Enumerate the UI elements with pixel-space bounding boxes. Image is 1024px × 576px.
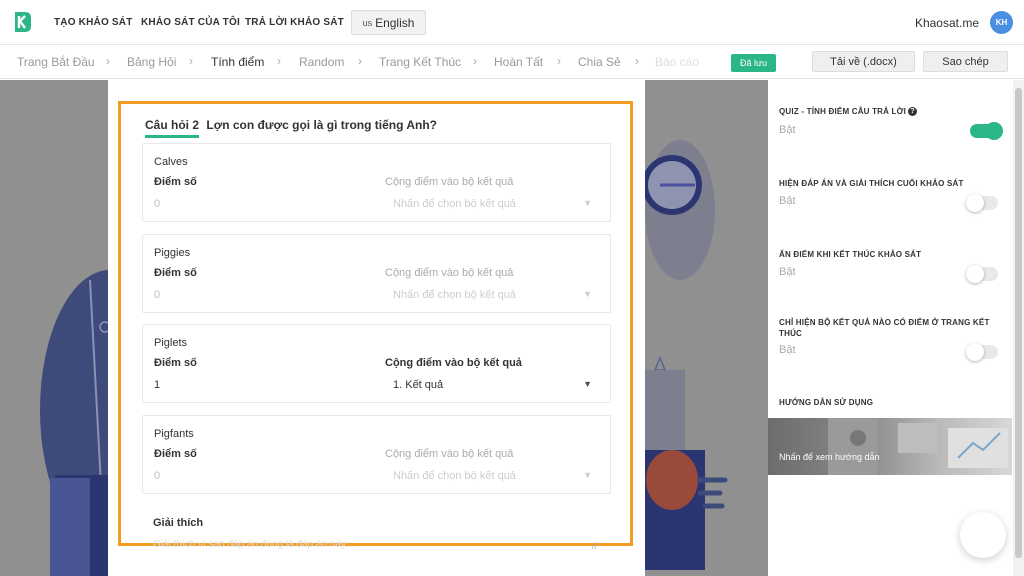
- khaosat-logo-icon[interactable]: [12, 11, 32, 33]
- show-answers-toggle[interactable]: [966, 194, 998, 212]
- step-random[interactable]: Random: [299, 55, 344, 69]
- caret-down-icon[interactable]: ▼: [583, 289, 592, 299]
- avatar[interactable]: KH: [990, 11, 1013, 34]
- points-input[interactable]: 1: [154, 379, 160, 391]
- guide-cta: Nhấn để xem hướng dẫn: [779, 452, 880, 462]
- hide-score-setting-value: Bật: [779, 266, 796, 278]
- saved-badge: Đã lưu: [731, 54, 776, 72]
- hide-score-toggle[interactable]: [966, 265, 998, 283]
- result-label: Cộng điểm vào bộ kết quả: [385, 357, 522, 369]
- scrollbar-thumb[interactable]: [1015, 88, 1022, 558]
- points-input[interactable]: 0: [154, 198, 160, 210]
- only-scored-results-setting-value: Bật: [779, 344, 796, 356]
- step-separator: ›: [635, 54, 639, 68]
- language-label: English: [375, 15, 415, 30]
- points-label: Điểm số: [154, 357, 197, 369]
- answer-name: Piggies: [154, 247, 191, 259]
- hide-score-setting-title: ẨN ĐIỂM KHI KẾT THÚC KHẢO SÁT: [779, 250, 922, 259]
- question-heading: Câu hỏi 2 Lợn con được gọi là gì trong t…: [145, 118, 437, 138]
- answer-name: Calves: [154, 156, 188, 168]
- answer-card-calves: Calves Điểm số 0 Cộng điểm vào bộ kết qu…: [142, 143, 611, 222]
- result-label: Cộng điểm vào bộ kết quả: [385, 176, 514, 188]
- nav-create-survey[interactable]: TẠO KHẢO SÁT: [54, 17, 133, 28]
- quiz-setting-title: QUIZ - TÍNH ĐIỂM CÂU TRẢ LỜI?: [779, 106, 994, 117]
- points-label: Điểm số: [154, 267, 197, 279]
- step-separator: ›: [358, 54, 362, 68]
- answer-card-piglets: Piglets Điểm số 1 Cộng điểm vào bộ kết q…: [142, 324, 611, 403]
- show-answers-setting-title: HIỆN ĐÁP ÁN VÀ GIẢI THÍCH CUỐI KHẢO SÁT: [779, 179, 964, 188]
- copy-button[interactable]: Sao chép: [923, 51, 1008, 72]
- language-button[interactable]: us English: [351, 10, 426, 35]
- answer-name: Pigfants: [154, 428, 194, 440]
- result-label: Cộng điểm vào bộ kết quả: [385, 267, 514, 279]
- nav-my-surveys[interactable]: KHẢO SÁT CỦA TÔI: [141, 17, 240, 28]
- question-tag[interactable]: Câu hỏi 2: [145, 118, 200, 138]
- caret-down-icon[interactable]: ▼: [583, 198, 592, 208]
- step-end-page[interactable]: Trang Kết Thúc: [379, 55, 461, 69]
- step-separator: ›: [557, 54, 561, 68]
- question-text: Lợn con được gọi là gì trong tiếng Anh?: [206, 118, 437, 132]
- points-input[interactable]: 0: [154, 289, 160, 301]
- step-separator: ›: [189, 54, 193, 68]
- top-navbar: TẠO KHẢO SÁT KHẢO SÁT CỦA TÔI TRẢ LỜI KH…: [0, 0, 1024, 45]
- toggle-knob: [966, 343, 984, 361]
- step-separator: ›: [277, 54, 281, 68]
- download-docx-button[interactable]: Tải về (.docx): [812, 51, 915, 72]
- guide-photo-icon: [828, 418, 1008, 475]
- step-questionnaire[interactable]: Bảng Hỏi: [127, 55, 176, 69]
- points-label: Điểm số: [154, 176, 197, 188]
- us-flag-icon: us: [362, 17, 373, 28]
- step-share[interactable]: Chia Sẻ: [578, 55, 621, 69]
- caret-down-icon[interactable]: ▼: [583, 470, 592, 480]
- points-input[interactable]: 0: [154, 470, 160, 482]
- result-select[interactable]: Nhấn để chọn bộ kết quả: [393, 470, 516, 482]
- step-report[interactable]: Báo cáo: [655, 55, 699, 69]
- answer-card-piggies: Piggies Điểm số 0 Cộng điểm vào bộ kết q…: [142, 234, 611, 313]
- only-scored-results-setting-title: CHỈ HIỆN BỘ KẾT QUẢ NÀO CÓ ĐIỂM Ở TRANG …: [779, 318, 990, 338]
- explanation-label: Giải thích: [153, 517, 204, 529]
- points-label: Điểm số: [154, 448, 197, 460]
- step-complete[interactable]: Hoàn Tất: [494, 55, 543, 69]
- step-scoring[interactable]: Tính điểm: [211, 55, 264, 69]
- resize-handle-icon[interactable]: //: [592, 541, 597, 551]
- chat-fab-button[interactable]: [960, 512, 1006, 558]
- result-select[interactable]: Nhấn để chọn bộ kết quả: [393, 198, 516, 210]
- guide-thumbnail[interactable]: Nhấn để xem hướng dẫn: [768, 418, 1012, 475]
- explanation-textarea[interactable]: Giải thích vì sao đáp án đúng là đáp án …: [153, 539, 593, 550]
- guide-title: HƯỚNG DẪN SỬ DỤNG: [779, 398, 874, 407]
- result-label: Cộng điểm vào bộ kết quả: [385, 448, 514, 460]
- result-select[interactable]: Nhấn để chọn bộ kết quả: [393, 289, 516, 301]
- step-start-page[interactable]: Trang Bắt Đầu: [17, 55, 95, 69]
- show-answers-setting-value: Bật: [779, 195, 796, 207]
- toggle-knob: [985, 122, 1003, 140]
- result-select[interactable]: 1. Kết quả: [393, 379, 443, 391]
- toggle-knob: [966, 265, 984, 283]
- account-name[interactable]: Khaosat.me: [915, 16, 979, 30]
- settings-scrollbar[interactable]: [1013, 80, 1024, 576]
- quiz-setting-title-text: QUIZ - TÍNH ĐIỂM CÂU TRẢ LỜI: [779, 107, 907, 116]
- help-icon[interactable]: ?: [908, 107, 918, 117]
- answer-name: Piglets: [154, 337, 188, 349]
- only-scored-results-toggle[interactable]: [966, 343, 998, 361]
- answer-card-pigfants: Pigfants Điểm số 0 Cộng điểm vào bộ kết …: [142, 415, 611, 494]
- nav-answer-survey[interactable]: TRẢ LỜI KHẢO SÁT: [245, 17, 344, 28]
- quiz-setting-value: Bật: [779, 124, 796, 136]
- step-separator: ›: [473, 54, 477, 68]
- step-separator: ›: [106, 54, 110, 68]
- toggle-knob: [966, 194, 984, 212]
- caret-down-icon[interactable]: ▼: [583, 379, 592, 389]
- quiz-toggle[interactable]: [970, 122, 1003, 140]
